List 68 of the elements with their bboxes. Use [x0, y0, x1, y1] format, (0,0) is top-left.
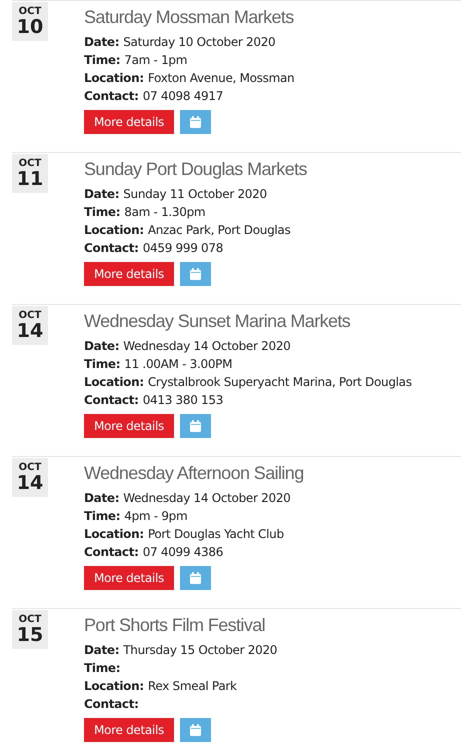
- more-details-button[interactable]: More details: [84, 262, 174, 286]
- field-value: 11 .00AM - 3.00PM: [124, 357, 232, 371]
- field-label: Time:: [84, 53, 120, 67]
- field-label: Location:: [84, 375, 144, 389]
- field-label: Date:: [84, 491, 120, 505]
- field-value: Wednesday 14 October 2020: [123, 491, 290, 505]
- calendar-icon: [190, 116, 201, 128]
- calendar-button[interactable]: [180, 718, 211, 742]
- field-label: Date:: [84, 35, 120, 49]
- field-value: 7am - 1pm: [124, 53, 188, 67]
- calendar-button[interactable]: [180, 414, 211, 438]
- field-label: Contact:: [84, 545, 139, 559]
- day-number: 10: [16, 16, 44, 36]
- more-details-button[interactable]: More details: [84, 414, 174, 438]
- day-number: 14: [16, 472, 44, 492]
- field-value: Rex Smeal Park: [148, 679, 237, 693]
- field-value: 0459 999 078: [142, 241, 224, 255]
- field-value: Sunday 11 October 2020: [123, 187, 267, 201]
- field-label: Contact:: [84, 697, 139, 711]
- field-label: Date:: [84, 643, 120, 657]
- field-value: Thursday 15 October 2020: [123, 643, 278, 657]
- calendar-button[interactable]: [180, 110, 211, 134]
- month-label: OCT: [18, 614, 42, 624]
- field-value: Saturday 10 October 2020: [123, 35, 276, 49]
- event-title: Port Shorts Film Festival: [84, 614, 266, 637]
- field-label: Contact:: [84, 89, 139, 103]
- more-details-button[interactable]: More details: [84, 566, 174, 590]
- field-label: Time:: [84, 509, 120, 523]
- day-number: 14: [16, 320, 44, 340]
- field-label: Time:: [84, 357, 120, 371]
- field-label: Time:: [84, 205, 120, 219]
- field-label: Location:: [84, 71, 144, 85]
- month-label: OCT: [18, 158, 42, 168]
- field-label: Location:: [84, 679, 144, 693]
- event-title: Wednesday Sunset Marina Markets: [84, 310, 350, 333]
- calendar-button[interactable]: [180, 262, 211, 286]
- month-label: OCT: [18, 6, 42, 16]
- more-details-button[interactable]: More details: [84, 718, 174, 742]
- field-value: Anzac Park, Port Douglas: [148, 223, 290, 237]
- field-value: Crystalbrook Superyacht Marina, Port Douglas: [148, 375, 412, 389]
- event-title: Sunday Port Douglas Markets: [84, 158, 307, 181]
- calendar-icon: [190, 420, 201, 432]
- field-value: 8am - 1.30pm: [124, 205, 206, 219]
- field-label: Date:: [84, 339, 120, 353]
- field-label: Date:: [84, 187, 120, 201]
- calendar-icon: [190, 724, 201, 736]
- day-number: 11: [16, 168, 44, 188]
- field-value: Port Douglas Yacht Club: [148, 527, 284, 541]
- event-title: Saturday Mossman Markets: [84, 6, 294, 29]
- field-value: 4pm - 9pm: [124, 509, 188, 523]
- field-label: Contact:: [84, 393, 139, 407]
- field-value: 07 4098 4917: [142, 89, 224, 103]
- field-value: Wednesday 14 October 2020: [123, 339, 290, 353]
- field-label: Time:: [84, 661, 120, 675]
- more-details-button[interactable]: More details: [84, 110, 174, 134]
- calendar-button[interactable]: [180, 566, 211, 590]
- day-number: 15: [16, 624, 44, 644]
- field-value: 0413 380 153: [142, 393, 224, 407]
- calendar-icon: [190, 572, 201, 584]
- field-label: Location:: [84, 527, 144, 541]
- field-label: Location:: [84, 223, 144, 237]
- field-value: Foxton Avenue, Mossman: [148, 71, 294, 85]
- field-label: Contact:: [84, 241, 139, 255]
- field-value: 07 4099 4386: [142, 545, 224, 559]
- calendar-icon: [190, 268, 201, 280]
- month-label: OCT: [18, 462, 42, 472]
- event-title: Wednesday Afternoon Sailing: [84, 462, 304, 485]
- month-label: OCT: [18, 310, 42, 320]
